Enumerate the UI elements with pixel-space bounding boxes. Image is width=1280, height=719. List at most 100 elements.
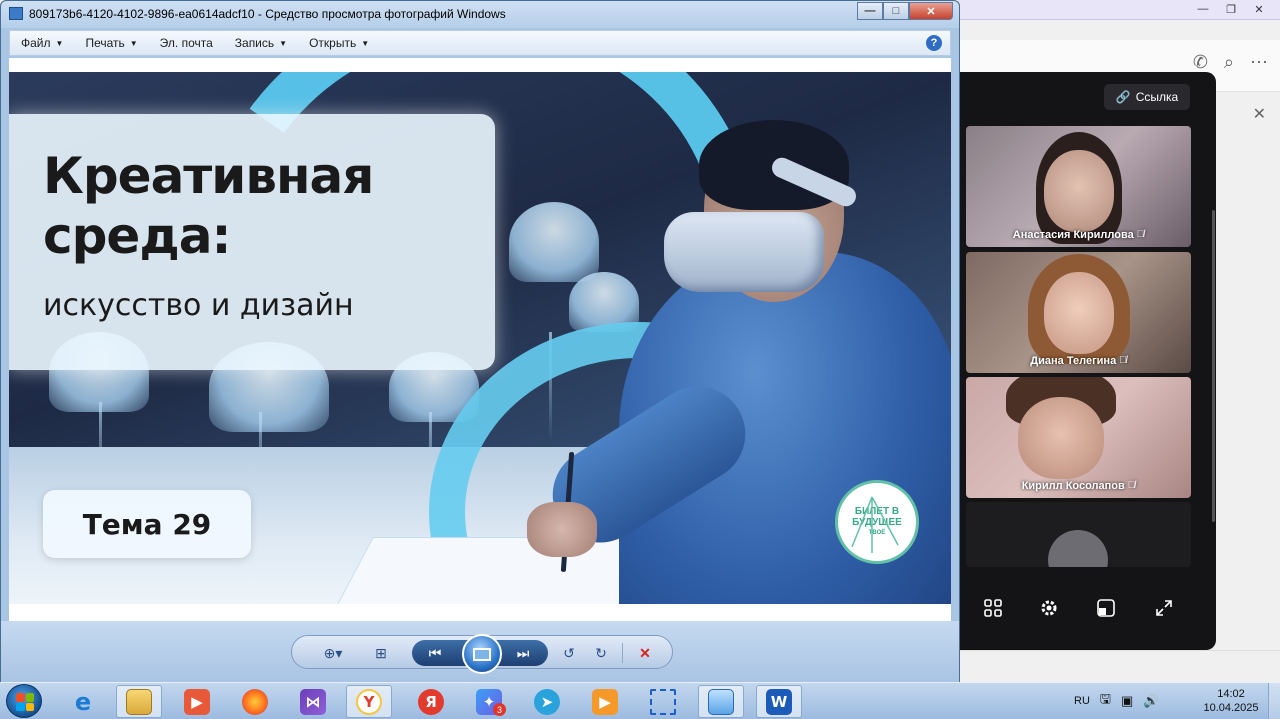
slide-image: Креативная среда: искусство и дизайн Тем… [9,72,951,604]
mic-off-icon: 🎙̸ [1127,480,1136,491]
chevron-down-icon: ▼ [279,38,288,48]
device-icon[interactable]: 🖫 [1100,690,1111,712]
taskbar-messenger[interactable]: ✦ 3 [466,685,512,718]
rotate-left-icon[interactable]: ↺ [558,644,580,662]
photo-viewer-icon [708,688,734,715]
photo-viewer-window: 809173b6-4120-4102-9896-ea0614adcf10 - С… [0,0,960,683]
volume-icon[interactable]: 🔊 [1143,693,1159,709]
person-hand [527,502,597,557]
bg-maximize-button[interactable]: ❐ [1218,1,1244,17]
fullscreen-icon[interactable] [1150,594,1178,622]
internet-explorer-icon: e [74,687,92,716]
start-button[interactable] [6,684,42,718]
firefox-icon [242,688,268,715]
layout-icon[interactable] [1092,594,1120,622]
divider [958,650,1280,651]
media-player-icon: ▶ [184,688,210,715]
snipping-tool-icon [650,688,676,715]
taskbar-visual-studio[interactable]: ⋈ [290,685,336,718]
menu-label: Файл [21,36,51,50]
participant-name: Диана Телегина [1030,355,1117,367]
participant-name-row: Диана Телегина 🎙̸ [966,355,1191,367]
language-indicator[interactable]: RU [1074,695,1090,707]
menu-label: Запись [234,36,275,50]
taskbar-yandex[interactable]: Я [408,685,454,718]
clock-date: 10.04.2025 [1203,702,1259,714]
chevron-down-icon: ▼ [361,38,370,48]
title-card: Креативная среда: искусство и дизайн [9,114,495,370]
phone-icon[interactable]: ✆ [1193,52,1208,73]
menu-file[interactable]: Файл ▼ [10,36,74,50]
bg-close-button[interactable]: ✕ [1246,1,1272,17]
participant-video-face [1044,150,1114,232]
taskbar: e ▶ ⋈ Y Я ✦ 3 ➤ ▶ W RU 🖫 ▣ 🔊 14:02 10.04.… [0,682,1280,719]
taskbar-media-player[interactable]: ▶ [174,685,220,718]
menu-label: Эл. почта [159,36,213,50]
network-icon[interactable]: ▣ [1121,693,1133,709]
mic-off-icon: 🎙̸ [1119,355,1127,366]
help-icon[interactable]: ? [926,35,942,51]
taskbar-photo-viewer[interactable] [698,685,744,718]
jellyfish [509,202,599,282]
minimize-button[interactable]: — [857,2,883,20]
mic-off-icon: 🎙̸ [1136,229,1145,240]
menu-open[interactable]: Открыть ▼ [298,36,380,50]
taskbar-internet-explorer[interactable]: e [60,685,106,718]
slide-subtitle: искусство и дизайн [43,288,354,323]
yandex-browser-icon: Y [356,688,382,715]
taskbar-firefox[interactable] [232,685,278,718]
bg-minimize-button[interactable]: — [1190,1,1216,17]
participant-tile[interactable]: Диана Телегина 🎙̸ [966,252,1191,373]
taskbar-telegram[interactable]: ➤ [524,685,570,718]
actual-size-icon[interactable]: ⊞ [370,644,392,662]
participant-tile[interactable]: Кирилл Косолапов 🎙̸ [966,377,1191,498]
taskbar-video-app[interactable]: ▶ [582,685,628,718]
show-desktop-button[interactable] [1268,683,1280,719]
participant-name-row: Анастасия Кириллова 🎙̸ [966,229,1191,241]
link-label: Ссылка [1135,90,1179,104]
taskbar-yandex-browser[interactable]: Y [346,685,392,718]
call-controls [958,594,1216,624]
bilet-v-budushchee-logo: БИЛЕТ В БУДУЩЕЕ ТВОЁ [835,480,919,564]
participant-name: Анастасия Кириллова [1012,229,1134,241]
grid-view-icon[interactable] [979,594,1007,622]
participant-tile[interactable]: Анастасия Кириллова 🎙̸ [966,126,1191,247]
menu-print[interactable]: Печать ▼ [74,36,148,50]
scrollbar[interactable] [1212,210,1215,522]
rotate-right-icon[interactable]: ↻ [590,644,612,662]
previous-icon[interactable]: ⏮ [424,644,446,662]
menu-email[interactable]: Эл. почта [149,36,224,50]
taskbar-word[interactable]: W [756,685,802,718]
zoom-icon[interactable]: ⊕▾ [318,644,348,662]
delete-icon[interactable]: ✕ [634,644,656,662]
video-app-icon: ▶ [592,688,618,715]
menu-burn[interactable]: Запись ▼ [224,36,298,50]
window-title: 809173b6-4120-4102-9896-ea0614adcf10 - С… [29,7,506,21]
taskbar-explorer[interactable] [116,685,162,718]
clock-time: 14:02 [1217,688,1245,700]
menu-bar: Файл ▼ Печать ▼ Эл. почта Запись ▼ Открыть ▼… [9,30,951,56]
next-icon[interactable]: ⏭ [512,644,534,662]
close-button[interactable]: ✕ [909,2,953,20]
video-call-panel: 🔗 Ссылка Анастасия Кириллова 🎙̸ Диана Те… [958,72,1216,650]
more-icon[interactable]: ⋯ [1250,52,1268,73]
maximize-button[interactable]: □ [883,2,909,20]
telegram-icon: ➤ [534,688,560,715]
windows-logo-icon [16,693,34,711]
slideshow-button[interactable] [462,634,502,674]
clock[interactable]: 14:02 10.04.2025 [1200,687,1262,715]
theme-label: Тема 29 [43,490,251,558]
gear-icon[interactable] [1035,594,1063,622]
taskbar-snipping-tool[interactable] [640,685,686,718]
divider [622,643,623,663]
copy-link-button[interactable]: 🔗 Ссылка [1104,84,1190,110]
word-icon: W [766,688,792,715]
close-icon[interactable]: ✕ [1253,104,1266,124]
image-area: Креативная среда: искусство и дизайн Тем… [9,58,951,621]
search-icon[interactable]: ⌕ [1224,52,1234,73]
title-bar: 809173b6-4120-4102-9896-ea0614adcf10 - С… [1,1,959,28]
controls-pill: ⊕▾ ⊞ ⏮ ⏭ ↺ ↻ ✕ [291,634,673,674]
slideshow-icon [473,647,491,661]
participant-tile[interactable] [966,502,1191,567]
folder-icon [126,688,152,715]
